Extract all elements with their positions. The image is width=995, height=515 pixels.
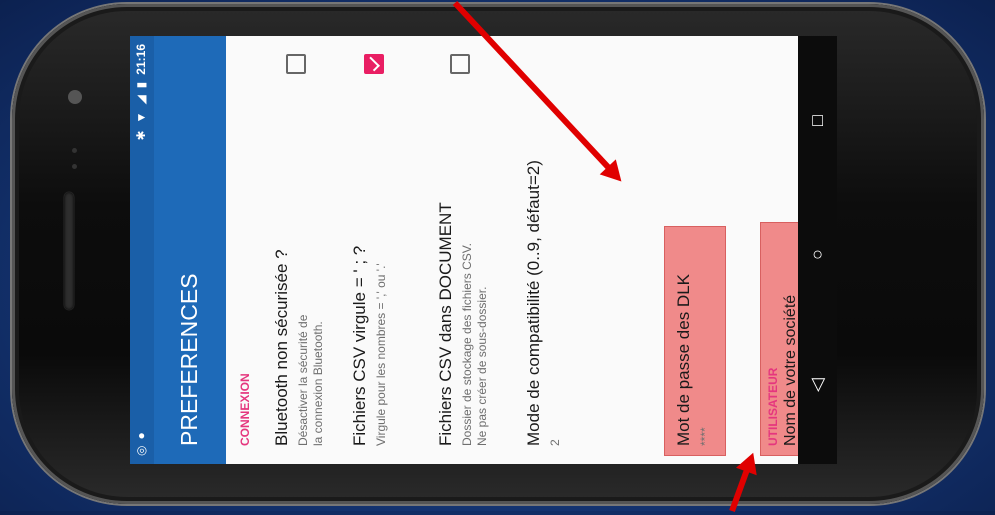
summary-line: Désactiver la sécurité de xyxy=(296,314,310,446)
pref-summary: **** xyxy=(698,427,713,446)
pref-csv-comma[interactable]: Fichiers CSV virgule = ' ; ? Virgule pou… xyxy=(334,36,421,464)
summary-line: **** xyxy=(698,427,712,446)
home-icon[interactable]: ○ xyxy=(807,249,828,260)
summary-line: la connexion Bluetooth. xyxy=(311,321,325,446)
status-bar: ◎ ● ✱ ▼ ◢ ▮ 21:16 xyxy=(130,36,154,464)
pref-dlk-password[interactable]: Mot de passe des DLK **** xyxy=(596,36,726,464)
android-icon: ● xyxy=(134,432,148,440)
pref-title: Mode de compatibilité (0..9, défaut=2) xyxy=(524,160,543,446)
back-icon[interactable]: ◁ xyxy=(807,378,828,392)
section-header: CONNEXION xyxy=(238,373,252,446)
pref-title: Fichiers CSV dans DOCUMENT xyxy=(436,202,455,446)
app-toolbar: PREFERENCES xyxy=(154,36,226,464)
pref-summary: 2 xyxy=(548,439,563,446)
pref-summary: Désactiver la sécurité de la connexion B… xyxy=(296,315,326,446)
summary-line: Dossier de stockage des fichiers CSV. xyxy=(460,243,474,446)
pref-csv-document[interactable]: Fichiers CSV dans DOCUMENT Dossier de st… xyxy=(420,36,509,464)
rotated-app: ◎ ● ✱ ▼ ◢ ▮ 21:16 PREFERENCES CONNEXION … xyxy=(130,36,837,464)
checkbox-bluetooth[interactable] xyxy=(286,54,306,74)
navigation-bar: ◁ ○ □ xyxy=(798,36,837,464)
summary-line: Virgule pour les nombres = ',' ou '.' xyxy=(374,263,388,446)
sensor-dot xyxy=(72,148,77,153)
signal-icon: ◢ xyxy=(134,95,148,105)
checkbox-csv-comma[interactable] xyxy=(364,54,384,74)
summary-line: Ne pas créer de sous-dossier. xyxy=(475,286,489,446)
front-camera xyxy=(68,90,82,104)
sync-icon: ◎ xyxy=(134,445,148,456)
recents-icon[interactable]: □ xyxy=(807,115,828,126)
bluetooth-icon: ✱ xyxy=(134,130,148,141)
speaker-grille xyxy=(64,192,74,310)
section-connexion: CONNEXION xyxy=(226,36,256,464)
pref-title: Fichiers CSV virgule = ' ; ? xyxy=(350,245,369,446)
screen: ◎ ● ✱ ▼ ◢ ▮ 21:16 PREFERENCES CONNEXION … xyxy=(130,36,837,464)
pref-summary: Dossier de stockage des fichiers CSV. Ne… xyxy=(460,243,490,446)
pref-bluetooth-unsecure[interactable]: Bluetooth non sécurisée ? Désactiver la … xyxy=(256,36,335,464)
sensor-dot xyxy=(72,164,77,169)
pref-summary: Virgule pour les nombres = ',' ou '.' xyxy=(374,263,389,446)
pref-title: Bluetooth non sécurisée ? xyxy=(272,249,291,446)
page-title: PREFERENCES xyxy=(176,273,202,446)
wifi-icon: ▼ xyxy=(134,111,148,124)
battery-icon: ▮ xyxy=(134,81,148,89)
checkbox-csv-document[interactable] xyxy=(450,54,470,74)
summary-line: 2 xyxy=(548,439,562,446)
clock: 21:16 xyxy=(134,44,148,75)
pref-compat-mode[interactable]: Mode de compatibilité (0..9, défaut=2) 2 xyxy=(508,36,597,464)
pref-title: Mot de passe des DLK xyxy=(674,274,693,446)
